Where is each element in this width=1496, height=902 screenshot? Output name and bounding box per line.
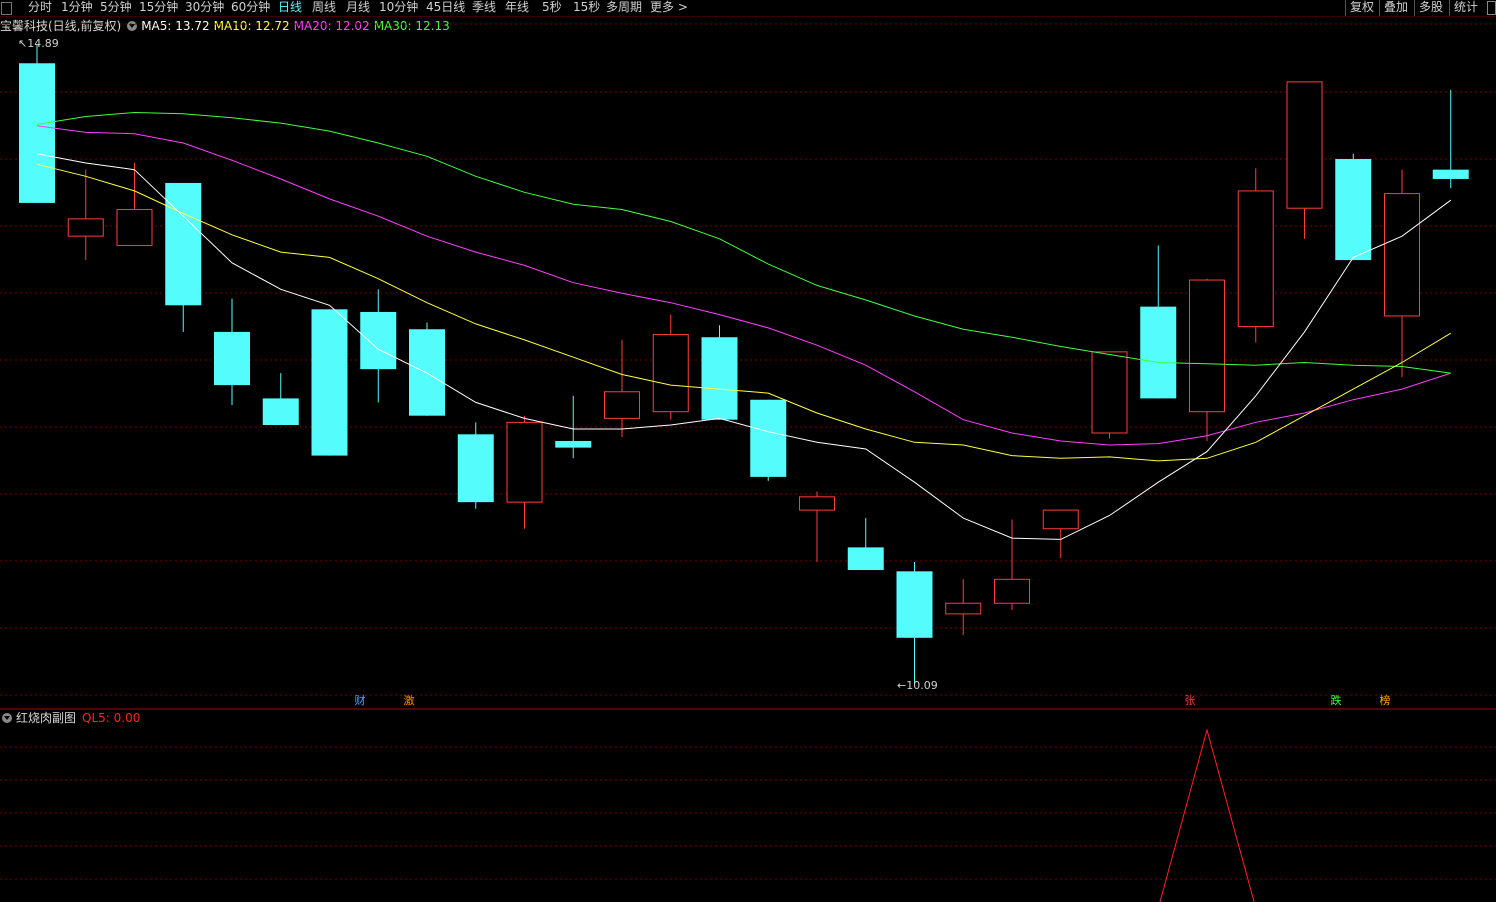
event-tag-4[interactable]: 榜 (1379, 695, 1391, 707)
sub-chart-title[interactable]: 红烧肉副图 (16, 711, 76, 725)
candle-body-14 (701, 337, 738, 420)
ql5-label: QL5: 0.00 (82, 711, 141, 725)
candle-body-20 (994, 578, 1030, 604)
candle-body-19 (945, 602, 982, 615)
event-tag-2[interactable]: 张 (1184, 695, 1196, 707)
candle-body-26 (1286, 81, 1323, 209)
candle-body-13 (652, 334, 689, 413)
candle-body-7 (360, 311, 397, 370)
candle-body-12 (604, 391, 640, 419)
candle-body-17 (847, 547, 884, 570)
sub-dropdown-icon[interactable] (2, 713, 12, 723)
low-price-value: 10.09 (906, 679, 938, 692)
candle-body-28 (1384, 193, 1420, 317)
high-price-value: 14.89 (27, 37, 59, 50)
candle-body-6 (311, 309, 348, 456)
event-tag-3[interactable]: 跌 (1330, 695, 1342, 707)
candle-body-25 (1237, 190, 1274, 328)
candle-body-15 (750, 399, 787, 477)
low-arrow-icon: ← (897, 679, 907, 692)
low-price-label: ←10.09 (897, 679, 938, 692)
candle-body-23 (1140, 306, 1177, 399)
sub-chart-title-line: 红烧肉副图 QL5: 0.00 (0, 710, 140, 726)
candle-body-1 (67, 218, 104, 237)
high-arrow-icon: ↖ (18, 37, 28, 50)
candle-body-8 (409, 329, 445, 416)
candle-body-21 (1042, 509, 1079, 530)
candle-body-0 (19, 63, 55, 203)
candle-body-9 (457, 434, 494, 503)
event-tag-0[interactable]: 财 (354, 695, 366, 707)
high-price-label: ↖14.89 (18, 37, 59, 50)
event-tag-1[interactable]: 激 (403, 695, 415, 707)
candle-body-11 (555, 440, 592, 448)
candle-body-22 (1091, 351, 1128, 434)
candle-body-27 (1335, 159, 1372, 261)
candle-body-2 (116, 209, 153, 246)
candle-body-4 (214, 331, 250, 386)
candle-body-24 (1189, 279, 1225, 413)
ql5-line (1159, 728, 1255, 902)
candle-body-10 (506, 421, 543, 503)
candle-body-16 (799, 496, 835, 511)
candle-body-3 (165, 182, 202, 306)
candle-body-18 (896, 571, 933, 638)
candle-body-29 (1432, 169, 1469, 179)
candlestick-chart[interactable] (0, 0, 1496, 902)
candle-body-5 (262, 398, 299, 426)
